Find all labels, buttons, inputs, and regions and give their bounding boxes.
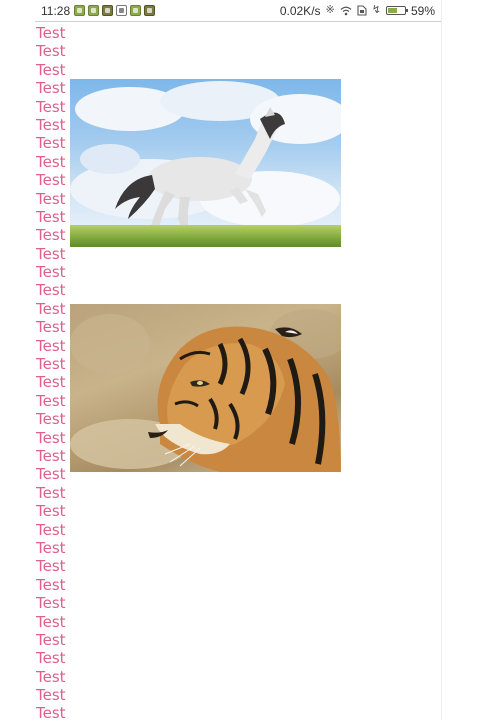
list-item: Test [36,575,66,594]
battery-percent: 59% [410,3,435,18]
notification-icon [116,5,128,16]
wifi-icon [340,6,352,15]
notification-icon [130,5,142,16]
list-item: Test [36,483,66,502]
list-item: Test [36,263,66,282]
list-item: Test [36,538,66,557]
list-item: Test [36,649,66,668]
list-item: Test [36,686,66,705]
network-speed: 0.02K/s [279,3,321,18]
list-item: Test [36,594,66,613]
status-time: 11:28 [41,3,71,18]
screen-edge [441,0,442,720]
notification-icon [102,5,114,16]
list-item: Test [36,612,66,631]
list-item: Test [36,630,66,649]
list-item: Test [36,502,66,521]
bluetooth-icon: ※ [325,4,335,16]
notification-icon [88,5,100,16]
battery-icon [385,6,408,15]
list-item: Test [36,281,66,300]
notification-icon [144,5,156,16]
app-screen: 11:28 0.02K/s ※ ↯ 59% Test Test Test Tes… [35,0,441,720]
list-item: Test [36,520,66,539]
list-item: Test [36,244,66,263]
list-item: Test [36,24,66,42]
sim-icon [357,5,367,16]
list-item: Test [36,42,66,61]
white-horse-image [70,79,341,247]
status-bar: 11:28 0.02K/s ※ ↯ 59% [35,0,441,22]
notification-icons [74,5,156,16]
list-item: Test [36,557,66,576]
list-item: Test [36,667,66,686]
notification-icon [74,5,86,16]
list-item: Test [36,60,66,79]
status-right: 0.02K/s ※ ↯ 59% [280,4,435,18]
tiger-image [70,304,341,472]
battery-level-fill [387,8,397,13]
charging-icon: ↯ [371,4,381,16]
list-item: Test [36,704,66,720]
